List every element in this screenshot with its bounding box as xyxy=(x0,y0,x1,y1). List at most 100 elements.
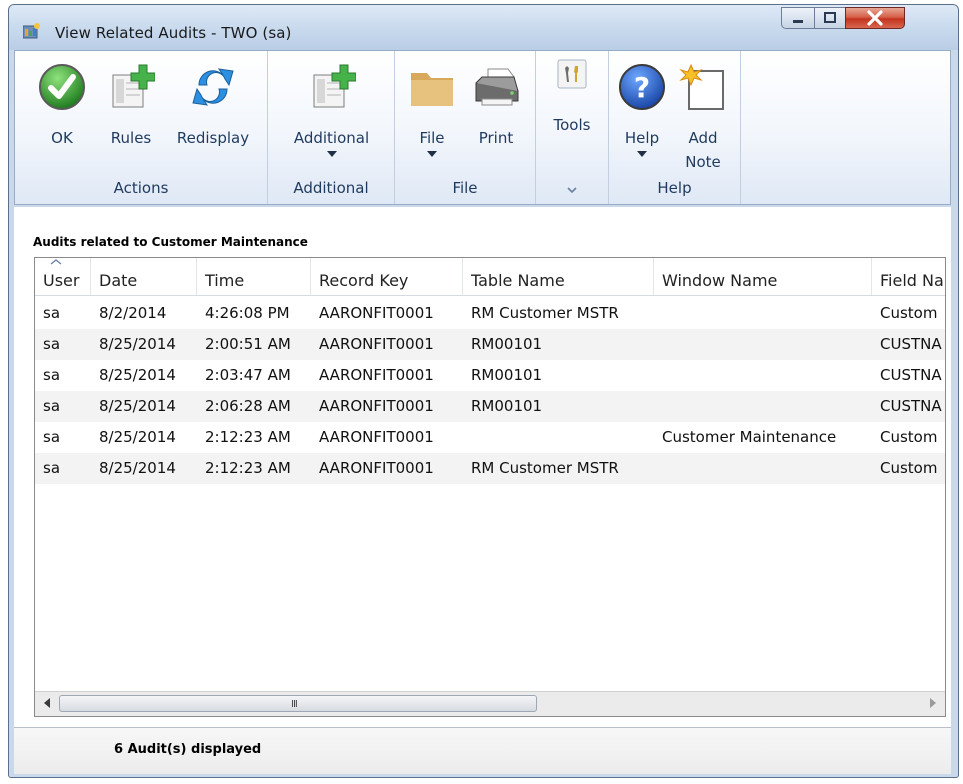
cell-window-name xyxy=(654,360,872,391)
window-title: View Related Audits - TWO (sa) xyxy=(55,24,292,42)
status-bar: 6 Audit(s) displayed xyxy=(14,727,951,774)
table-row[interactable]: sa 8/25/2014 2:12:23 AM AARONFIT0001 Cus… xyxy=(35,422,945,453)
cell-date: 8/25/2014 xyxy=(99,459,176,477)
ok-label: OK xyxy=(51,129,73,147)
cell-window-name xyxy=(654,329,872,360)
cell-table-name: RM00101 xyxy=(471,335,543,353)
additional-dropdown-arrow-icon xyxy=(326,151,337,157)
grid-header: User Date Time Record Key Table Name Win… xyxy=(35,258,945,296)
add-note-button[interactable]: Add Note xyxy=(673,51,733,176)
rules-label: Rules xyxy=(110,129,152,147)
column-header-label: User xyxy=(43,271,80,290)
cell-table-name: RM00101 xyxy=(471,366,543,384)
cell-user: sa xyxy=(43,459,61,477)
group-label-additional: Additional xyxy=(293,179,369,197)
minimize-button[interactable] xyxy=(781,7,815,29)
note-icon xyxy=(679,63,724,110)
file-button[interactable]: File xyxy=(407,51,457,176)
additional-button[interactable]: Additional xyxy=(278,51,385,176)
sort-ascending-icon xyxy=(50,259,62,265)
tools-expand-icon[interactable] xyxy=(567,186,577,194)
table-row[interactable]: sa 8/25/2014 2:03:47 AM AARONFIT0001 RM0… xyxy=(35,360,945,391)
ribbon-group-actions: OK Rules Redisplay Actions xyxy=(15,51,268,204)
scrollbar-thumb[interactable]: III xyxy=(59,695,537,712)
horizontal-scrollbar[interactable]: III xyxy=(35,691,945,716)
rules-button[interactable]: Rules xyxy=(101,51,161,176)
cell-window-name xyxy=(654,391,872,422)
app-icon xyxy=(23,23,40,39)
cell-date: 8/2/2014 xyxy=(99,304,167,322)
redisplay-icon xyxy=(192,68,234,106)
column-header-table-name[interactable]: Table Name xyxy=(463,258,654,295)
maximize-icon xyxy=(824,12,836,23)
cell-field-name: Custom xyxy=(880,459,938,477)
ok-button[interactable]: OK xyxy=(37,51,87,176)
scroll-right-arrow-icon[interactable] xyxy=(930,698,936,708)
column-header-date[interactable]: Date xyxy=(91,258,197,295)
cell-field-name: CUSTNA xyxy=(880,397,942,415)
cell-table-name: RM00101 xyxy=(471,397,543,415)
svg-text:?: ? xyxy=(634,71,650,104)
cell-record-key: AARONFIT0001 xyxy=(319,428,434,446)
column-header-window-name[interactable]: Window Name xyxy=(654,258,872,295)
cell-record-key: AARONFIT0001 xyxy=(319,459,434,477)
file-label: File xyxy=(419,129,445,147)
minimize-icon xyxy=(793,20,803,23)
close-icon xyxy=(867,10,883,26)
cell-time: 2:12:23 AM xyxy=(205,459,291,477)
help-dropdown-arrow-icon xyxy=(637,151,647,157)
cell-user: sa xyxy=(43,366,61,384)
cell-field-name: Custom xyxy=(880,428,938,446)
help-icon: ? xyxy=(619,64,665,110)
table-row[interactable]: sa 8/2/2014 4:26:08 PM AARONFIT0001 RM C… xyxy=(35,298,945,329)
print-label: Print xyxy=(478,129,514,147)
cell-record-key: AARONFIT0001 xyxy=(319,366,434,384)
title-bar[interactable]: View Related Audits - TWO (sa) xyxy=(9,5,958,50)
group-label-help: Help xyxy=(657,179,692,197)
ribbon: OK Rules Redisplay Actions Additional Ad… xyxy=(14,50,951,205)
tools-button[interactable]: Tools xyxy=(542,51,602,176)
table-row[interactable]: sa 8/25/2014 2:00:51 AM AARONFIT0001 RM0… xyxy=(35,329,945,360)
cell-window-name xyxy=(654,453,872,484)
scroll-left-arrow-icon[interactable] xyxy=(44,698,50,708)
cell-user: sa xyxy=(43,428,61,446)
group-label-actions: Actions xyxy=(113,179,169,197)
printer-icon xyxy=(475,68,519,106)
audits-grid[interactable]: User Date Time Record Key Table Name Win… xyxy=(34,257,946,717)
tools-icon xyxy=(557,59,587,89)
help-label: Help xyxy=(624,129,660,147)
view-related-audits-window: View Related Audits - TWO (sa) OK Rules … xyxy=(8,4,959,778)
close-button[interactable] xyxy=(845,7,905,29)
cell-time: 4:26:08 PM xyxy=(205,304,290,322)
add-note-label-line-2: Note xyxy=(685,153,721,171)
cell-user: sa xyxy=(43,397,61,415)
folder-icon xyxy=(411,73,453,106)
column-header-field-name[interactable]: Field Na xyxy=(872,258,945,295)
add-note-label-line-1: Add xyxy=(688,129,718,147)
column-header-user[interactable]: User xyxy=(35,258,91,295)
ribbon-group-tools: Tools xyxy=(536,51,609,204)
cell-time: 2:00:51 AM xyxy=(205,335,291,353)
ok-check-icon xyxy=(39,64,85,110)
cell-window-name: Customer Maintenance xyxy=(662,428,837,446)
cell-field-name: CUSTNA xyxy=(880,366,942,384)
ribbon-group-additional: Additional Additional xyxy=(268,51,395,204)
table-row[interactable]: sa 8/25/2014 2:06:28 AM AARONFIT0001 RM0… xyxy=(35,391,945,422)
help-button[interactable]: ? Help xyxy=(617,51,667,176)
table-row[interactable]: sa 8/25/2014 2:12:23 AM AARONFIT0001 RM … xyxy=(35,453,945,484)
redisplay-label: Redisplay xyxy=(176,129,250,147)
cell-record-key: AARONFIT0001 xyxy=(319,304,434,322)
print-button[interactable]: Print xyxy=(467,51,525,176)
column-header-record-key[interactable]: Record Key xyxy=(311,258,463,295)
column-header-time[interactable]: Time xyxy=(197,258,311,295)
cell-date: 8/25/2014 xyxy=(99,335,176,353)
scrollbar-grip: III xyxy=(291,699,298,710)
cell-date: 8/25/2014 xyxy=(99,428,176,446)
file-dropdown-arrow-icon xyxy=(427,151,437,157)
redisplay-button[interactable]: Redisplay xyxy=(168,51,258,176)
cell-time: 2:03:47 AM xyxy=(205,366,291,384)
additional-label: Additional xyxy=(293,129,370,147)
cell-field-name: Custom xyxy=(880,304,938,322)
cell-date: 8/25/2014 xyxy=(99,397,176,415)
maximize-button[interactable] xyxy=(814,7,846,29)
